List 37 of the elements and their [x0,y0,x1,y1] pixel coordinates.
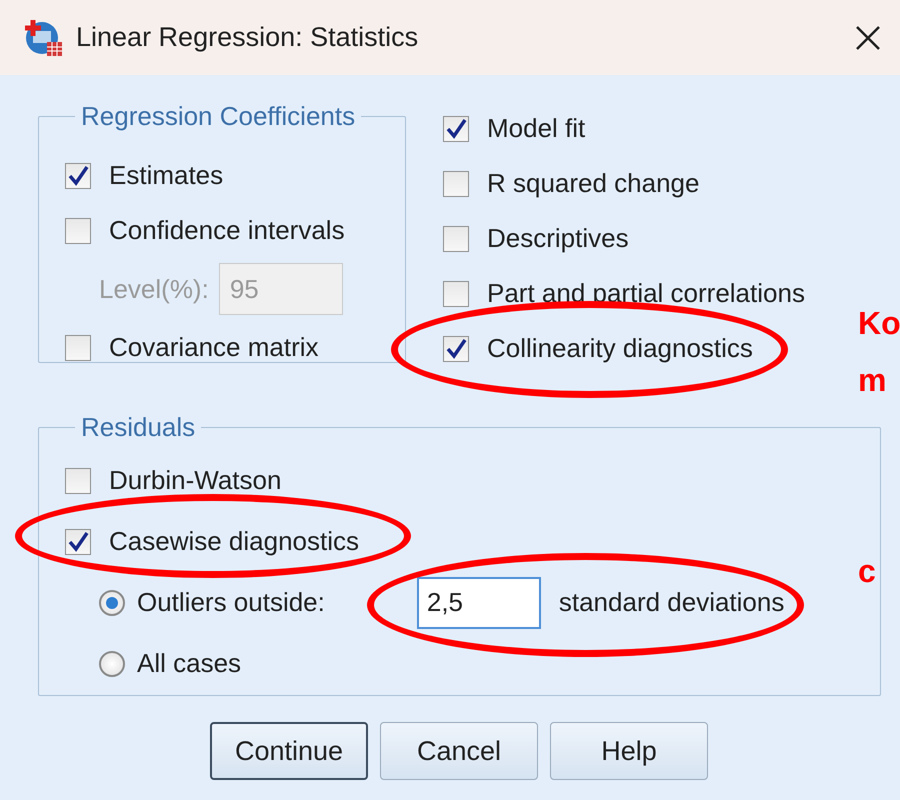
dialog-button[interactable]: Cancel [380,722,538,780]
radio-label[interactable]: Outliers outside: [137,587,325,618]
dialog-button[interactable]: Help [550,722,708,780]
checkbox-label[interactable]: Confidence intervals [109,215,345,246]
dialog-button[interactable]: Continue [210,722,368,780]
deviation-field[interactable]: 2,5 [416,576,541,628]
checkbox[interactable] [443,280,469,306]
checkbox-label[interactable]: Part and partial correlations [487,278,805,309]
checkbox[interactable] [443,116,469,142]
radio-button[interactable] [99,590,125,616]
checkbox-label[interactable]: Casewise diagnostics [109,526,360,557]
checkbox-label[interactable]: R squared change [487,168,700,199]
checkbox-label[interactable]: Collinearity diagnostics [487,333,753,364]
checkbox[interactable] [443,226,469,252]
checkbox-label[interactable]: Covariance matrix [109,332,319,363]
group-title: Residuals [80,412,196,443]
checkbox-label[interactable]: Durbin-Watson [109,465,282,496]
checkbox[interactable] [65,218,91,244]
group-title: Regression Coefficients [80,101,356,132]
checkbox-label[interactable]: Estimates [109,160,224,191]
checkbox[interactable] [443,336,469,362]
annotation-text: Ko [858,305,900,342]
checkbox-label[interactable]: Model fit [487,113,586,144]
checkbox[interactable] [443,170,469,196]
annotation-text: m [858,362,886,399]
checkbox[interactable] [65,528,91,554]
annotation-text: c [858,553,876,590]
radio-button[interactable] [99,650,125,676]
radio-label[interactable]: All cases [137,648,242,679]
unit-label: standard deviations [558,587,784,618]
app-icon [24,18,64,58]
level-label: Level(%): [99,274,209,304]
checkbox-label[interactable]: Descriptives [487,223,629,254]
checkbox[interactable] [65,162,91,188]
checkbox[interactable] [65,334,91,360]
checkbox[interactable] [65,468,91,494]
window-title: Linear Regression: Statistics [76,22,420,53]
